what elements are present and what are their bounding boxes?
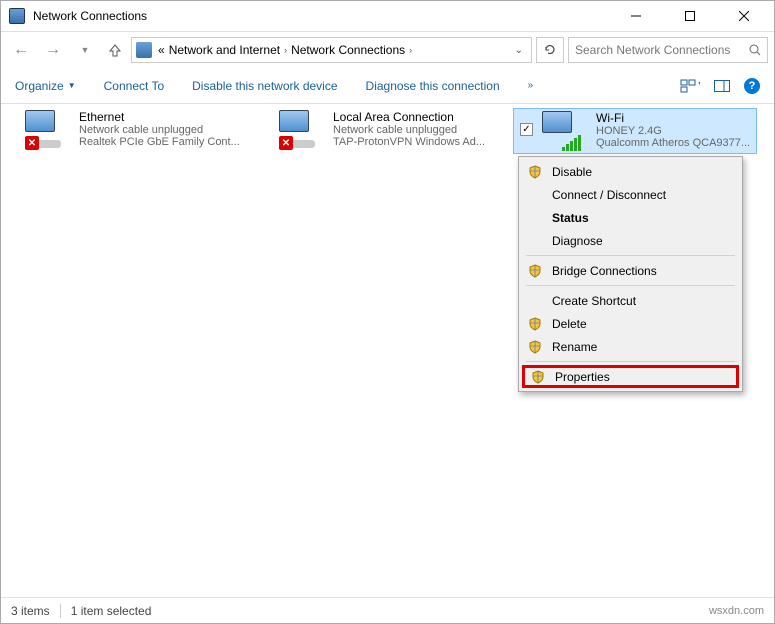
adapter-ethernet[interactable]: ✕ Ethernet Network cable unplugged Realt… [25, 110, 275, 150]
diagnose-connection-button[interactable]: Diagnose this connection [366, 79, 500, 93]
shield-icon [528, 264, 542, 278]
menu-diagnose[interactable]: Diagnose [522, 229, 739, 252]
shield-icon [528, 317, 542, 331]
search-input[interactable]: Search Network Connections [568, 37, 768, 63]
nav-bar: ← → ▼ « Network and Internet › Network C… [1, 32, 774, 68]
breadcrumb-seg2[interactable]: Network Connections [289, 43, 407, 57]
menu-disable[interactable]: Disable [522, 160, 739, 183]
connect-to-button[interactable]: Connect To [104, 79, 165, 93]
status-item-count: 3 items [11, 604, 50, 618]
chevron-right-icon[interactable]: › [282, 45, 289, 55]
menu-status[interactable]: Status [522, 206, 739, 229]
close-button[interactable] [726, 2, 762, 30]
recent-dropdown[interactable]: ▼ [71, 36, 99, 64]
menu-separator [526, 255, 735, 256]
title-bar: Network Connections [1, 1, 774, 31]
selection-checkbox[interactable]: ✓ [520, 123, 533, 136]
adapter-icon: ✕ [25, 110, 73, 150]
context-menu: Disable Connect / Disconnect Status Diag… [518, 156, 743, 392]
menu-create-shortcut[interactable]: Create Shortcut [522, 289, 739, 312]
maximize-button[interactable] [672, 2, 708, 30]
minimize-button[interactable] [618, 2, 654, 30]
location-icon [136, 42, 152, 58]
app-icon [9, 8, 25, 24]
menu-properties[interactable]: Properties [522, 365, 739, 388]
help-button[interactable]: ? [744, 78, 760, 94]
menu-delete[interactable]: Delete [522, 312, 739, 335]
status-bar: 3 items 1 item selected [1, 597, 774, 623]
menu-rename[interactable]: Rename [522, 335, 739, 358]
command-bar: Organize▼ Connect To Disable this networ… [1, 68, 774, 104]
adapter-status: HONEY 2.4G [596, 125, 750, 137]
breadcrumb-seg1[interactable]: Network and Internet [167, 43, 282, 57]
forward-button[interactable]: → [39, 36, 67, 64]
error-x-icon: ✕ [25, 136, 39, 150]
chevron-right-icon[interactable]: › [407, 45, 414, 55]
adapter-icon [542, 111, 590, 151]
more-button[interactable]: » [528, 80, 534, 91]
adapter-name: Local Area Connection [333, 110, 485, 124]
adapter-wifi[interactable]: ✓ Wi-Fi HONEY 2.4G Qualcomm Atheros QCA9… [513, 108, 757, 154]
search-icon [749, 44, 761, 56]
menu-bridge[interactable]: Bridge Connections [522, 259, 739, 282]
organize-button[interactable]: Organize▼ [15, 79, 76, 93]
disable-device-button[interactable]: Disable this network device [192, 79, 337, 93]
adapter-name: Ethernet [79, 110, 240, 124]
address-dropdown[interactable]: ⌄ [511, 45, 527, 56]
status-selected-count: 1 item selected [71, 604, 152, 618]
adapter-icon: ✕ [279, 110, 327, 150]
back-button[interactable]: ← [7, 36, 35, 64]
adapter-device: Qualcomm Atheros QCA9377... [596, 137, 750, 149]
adapter-status: Network cable unplugged [79, 124, 240, 136]
preview-pane-button[interactable] [714, 80, 730, 92]
shield-icon [528, 165, 542, 179]
breadcrumb-prefix[interactable]: « [156, 43, 167, 57]
adapter-device: Realtek PCIe GbE Family Cont... [79, 136, 240, 148]
menu-connect-disconnect[interactable]: Connect / Disconnect [522, 183, 739, 206]
error-x-icon: ✕ [279, 136, 293, 150]
shield-icon [531, 370, 545, 384]
address-bar[interactable]: « Network and Internet › Network Connect… [131, 37, 532, 63]
window-title: Network Connections [33, 9, 618, 23]
search-placeholder: Search Network Connections [575, 43, 730, 57]
menu-separator [526, 361, 735, 362]
svg-text:▼: ▼ [696, 79, 700, 92]
menu-separator [526, 285, 735, 286]
watermark: wsxdn.com [709, 605, 764, 617]
separator [60, 604, 61, 618]
view-options-button[interactable]: ▼ [680, 79, 700, 93]
refresh-button[interactable] [536, 37, 564, 63]
content-area: ✕ Ethernet Network cable unplugged Realt… [1, 104, 774, 600]
shield-icon [528, 340, 542, 354]
signal-icon [562, 135, 581, 151]
adapter-local-area[interactable]: ✕ Local Area Connection Network cable un… [279, 110, 529, 150]
adapter-device: TAP-ProtonVPN Windows Ad... [333, 136, 485, 148]
adapter-status: Network cable unplugged [333, 124, 485, 136]
up-button[interactable] [103, 38, 127, 62]
adapter-name: Wi-Fi [596, 111, 750, 125]
